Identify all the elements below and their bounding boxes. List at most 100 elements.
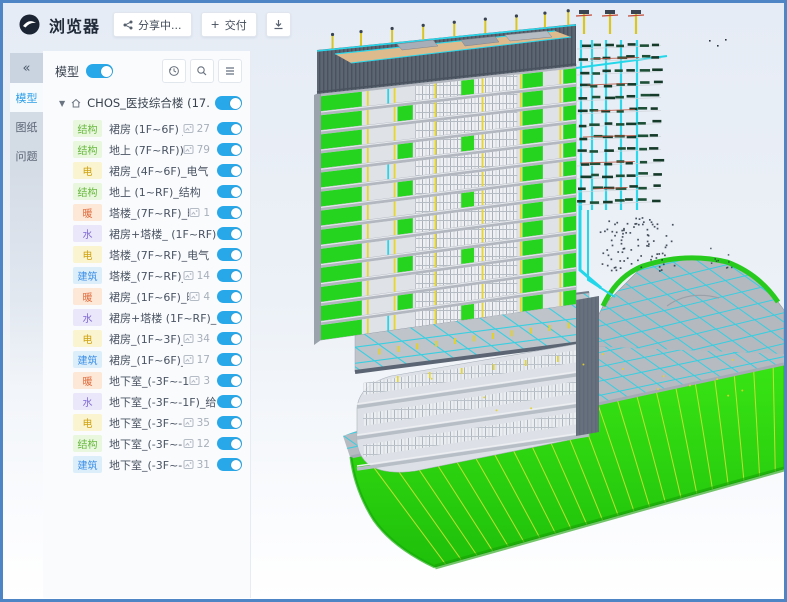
drawing-badge-icon [189, 375, 200, 386]
visibility-toggle[interactable] [217, 248, 242, 261]
search-icon[interactable] [190, 59, 214, 83]
model-item-label: 塔楼_(7F~RF)_暖通 [109, 205, 189, 221]
app-title: 浏览器 [49, 13, 100, 37]
tab-model[interactable]: 模型 [10, 83, 43, 112]
home-icon [70, 97, 82, 109]
model-item-label: 塔楼_(7F~RF)_电气 [109, 247, 217, 263]
visibility-toggle[interactable] [217, 437, 242, 450]
visibility-toggle[interactable] [217, 332, 242, 345]
viewport-3d[interactable] [247, 4, 787, 601]
category-tag: 结构 [73, 141, 102, 158]
category-tag: 暖 [73, 204, 102, 221]
model-tree-item[interactable]: 结构地下室_(-3F~-1F)_结构12 [43, 433, 250, 454]
share-icon [123, 20, 133, 30]
model-tree-item[interactable]: 暖塔楼_(7F~RF)_暖通1 [43, 202, 250, 223]
deliver-button[interactable]: + 交付 [201, 12, 257, 37]
model-tree-item[interactable]: 电裙房_(1F~3F)_电气34 [43, 328, 250, 349]
category-tag: 结构 [73, 183, 102, 200]
visibility-toggle[interactable] [217, 122, 242, 135]
drawing-count: 35 [183, 417, 210, 429]
panel-header: 模型 [43, 51, 250, 90]
side-tabstrip: « 模型图纸问题 [10, 53, 43, 385]
visibility-toggle[interactable] [217, 206, 242, 219]
history-icon[interactable] [162, 59, 186, 83]
drawing-count: 3 [189, 375, 210, 387]
app-logo-icon [19, 14, 40, 35]
visibility-toggle[interactable] [217, 353, 242, 366]
model-item-label: 裙房+塔楼_ (1F~RF)... [109, 226, 217, 242]
model-tree-item[interactable]: 建筑裙房_(1F~6F)_建筑17 [43, 349, 250, 370]
category-tag: 结构 [73, 435, 102, 452]
deliver-button-label: 交付 [225, 17, 247, 33]
model-item-label: 裙房_(1F~6F)_暖通 [109, 289, 189, 305]
model-tree-root[interactable]: ▼ CHOS_医技综合楼 (17... [43, 90, 250, 116]
category-tag: 建筑 [73, 456, 102, 473]
visibility-toggle[interactable] [217, 185, 242, 198]
model-tree-item[interactable]: 建筑地下室_(-3F~-1F)_建筑31 [43, 454, 250, 475]
model-tree-item[interactable]: 电地下室_(-3F~-1F)_电气35 [43, 412, 250, 433]
model-item-label: 裙房+塔楼 (1F~RF)_... [109, 310, 217, 326]
visibility-toggle[interactable] [217, 458, 242, 471]
drawing-count: 17 [183, 354, 210, 366]
category-tag: 电 [73, 246, 102, 263]
model-tree-item[interactable]: 水裙房+塔楼 (1F~RF)_... [43, 307, 250, 328]
collapse-panel-button[interactable]: « [10, 53, 43, 83]
category-tag: 电 [73, 162, 102, 179]
drawing-badge-icon [183, 417, 194, 428]
model-tree-item[interactable]: 暖裙房_(1F~6F)_暖通4 [43, 286, 250, 307]
drawing-badge-icon [183, 438, 194, 449]
tab-drawings[interactable]: 图纸 [10, 112, 43, 141]
model-tree-item[interactable]: 水裙房+塔楼_ (1F~RF)... [43, 223, 250, 244]
model-tree-item[interactable]: 结构地上 (7F~RF))_结构...79 [43, 139, 250, 160]
visibility-toggle[interactable] [217, 395, 242, 408]
visibility-toggle[interactable] [217, 374, 242, 387]
caret-down-icon: ▼ [59, 99, 65, 108]
drawing-count: 34 [183, 333, 210, 345]
drawing-count: 27 [183, 123, 210, 135]
model-panel: 模型 ▼ CHOS_医技综合楼 (17... 结构裙房 (1F [43, 51, 251, 598]
panel-tools [162, 59, 242, 83]
category-tag: 暖 [73, 372, 102, 389]
model-tree-item[interactable]: 电塔楼_(7F~RF)_电气 [43, 244, 250, 265]
root-visibility-toggle[interactable] [215, 96, 242, 110]
category-tag: 水 [73, 393, 102, 410]
drawing-badge-icon [183, 123, 194, 134]
tabstrip-fade [10, 170, 43, 385]
model-tree-list: 结构裙房 (1F~6F) _结构...27结构地上 (7F~RF))_结构...… [43, 116, 250, 475]
tab-issues[interactable]: 问题 [10, 141, 43, 170]
model-tree-item[interactable]: 暖地下室_(-3F~-1F)_暖通3 [43, 370, 250, 391]
visibility-toggle[interactable] [217, 416, 242, 429]
category-tag: 水 [73, 309, 102, 326]
category-tag: 水 [73, 225, 102, 242]
model-tree-item[interactable]: 结构裙房 (1F~6F) _结构...27 [43, 118, 250, 139]
model-item-label: 裙房_(1F~6F)_建筑 [109, 352, 183, 368]
category-tag: 建筑 [73, 267, 102, 284]
visibility-toggle[interactable] [217, 269, 242, 282]
visibility-toggle[interactable] [217, 290, 242, 303]
model-item-label: 塔楼_(7F~RF)_建筑 [109, 268, 183, 284]
drawing-count: 1 [189, 207, 210, 219]
drawing-badge-icon [183, 144, 194, 155]
model-tree-item[interactable]: 建筑塔楼_(7F~RF)_建筑14 [43, 265, 250, 286]
drawing-count: 79 [183, 144, 210, 156]
bim-viewer-window: 浏览器 分享中... + 交付 « 模型图纸问题 模型 [0, 0, 787, 602]
model-tree-item[interactable]: 电裙房_(4F~6F)_电气 [43, 160, 250, 181]
panel-title: 模型 [55, 63, 79, 80]
model-tree-item[interactable]: 结构地上 (1~RF)_结构 [43, 181, 250, 202]
download-button[interactable] [266, 12, 291, 37]
drawing-badge-icon [183, 270, 194, 281]
visibility-toggle[interactable] [217, 311, 242, 324]
drawing-count: 12 [183, 438, 210, 450]
model-tree-item[interactable]: 水地下室_(-3F~-1F)_给... [43, 391, 250, 412]
category-tag: 结构 [73, 120, 102, 137]
share-button[interactable]: 分享中... [113, 12, 192, 37]
drawing-badge-icon [189, 207, 200, 218]
menu-icon[interactable] [218, 59, 242, 83]
visibility-toggle[interactable] [217, 164, 242, 177]
drawing-count: 4 [189, 291, 210, 303]
visibility-toggle[interactable] [217, 227, 242, 240]
visibility-toggle[interactable] [217, 143, 242, 156]
model-item-label: 裙房_(4F~6F)_电气 [109, 163, 217, 179]
model-item-label: 地上 (7F~RF))_结构... [109, 142, 183, 158]
model-master-toggle[interactable] [86, 64, 113, 78]
